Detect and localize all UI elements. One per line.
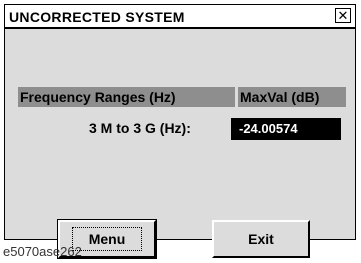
- frequency-range-label: 3 M to 3 G (Hz):: [89, 120, 191, 136]
- frequency-ranges-header: Frequency Ranges (Hz): [18, 87, 235, 107]
- menu-button-label: Menu: [71, 227, 143, 251]
- exit-button[interactable]: Exit: [212, 220, 310, 258]
- figure-caption: e5070ase262: [3, 244, 82, 259]
- maxval-value: -24.00574: [231, 118, 341, 140]
- window-title: UNCORRECTED SYSTEM: [9, 9, 185, 25]
- dialog-body: Frequency Ranges (Hz) MaxVal (dB) 3 M to…: [5, 29, 355, 259]
- close-icon[interactable]: ✕: [335, 8, 351, 23]
- title-bar: UNCORRECTED SYSTEM ✕: [5, 5, 355, 29]
- maxval-header: MaxVal (dB): [238, 87, 346, 107]
- dialog-window: UNCORRECTED SYSTEM ✕ Frequency Ranges (H…: [4, 4, 356, 259]
